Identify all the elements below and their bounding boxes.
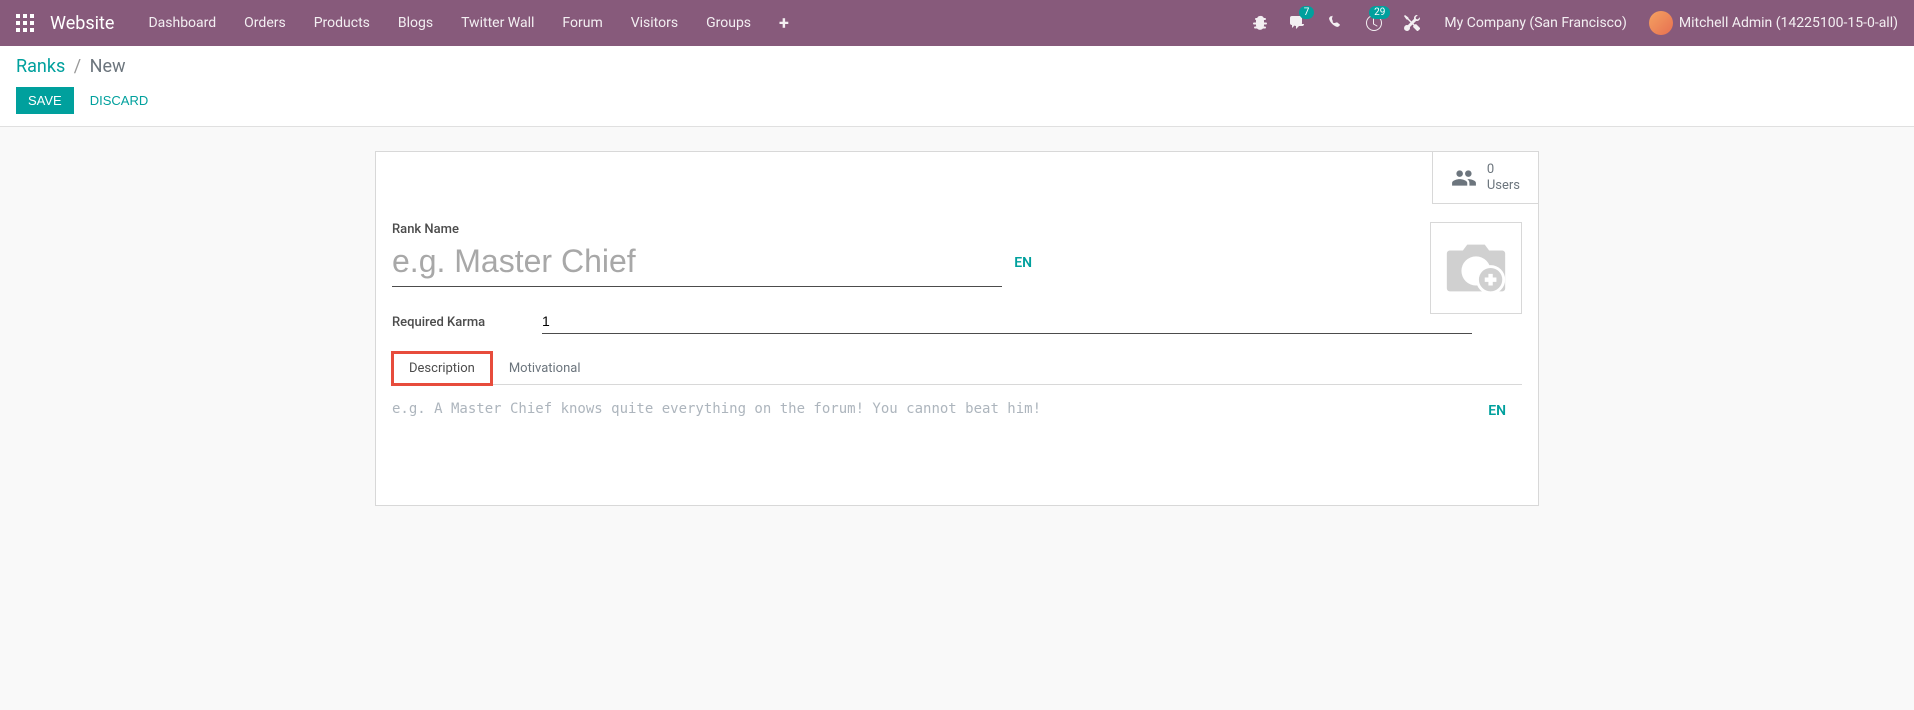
activities-badge: 29 (1369, 6, 1390, 19)
menu-dashboard[interactable]: Dashboard (134, 0, 230, 46)
save-button[interactable]: Save (16, 87, 74, 114)
breadcrumb-root[interactable]: Ranks (16, 56, 65, 77)
debug-icon[interactable] (1242, 0, 1278, 46)
company-selector[interactable]: My Company (San Francisco) (1432, 15, 1638, 31)
menu-visitors[interactable]: Visitors (617, 0, 692, 46)
menu-products[interactable]: Products (300, 0, 384, 46)
karma-label: Required Karma (392, 315, 542, 330)
description-lang-button[interactable]: EN (1488, 403, 1506, 419)
user-menu[interactable]: Mitchell Admin (14225100-15-0-all) (1641, 11, 1906, 35)
menu-orders[interactable]: Orders (230, 0, 300, 46)
tools-icon[interactable] (1394, 0, 1430, 46)
rank-name-input[interactable] (392, 239, 1002, 287)
image-upload[interactable] (1430, 222, 1522, 314)
form-sheet: 0 Users Rank Name EN (375, 151, 1539, 506)
app-brand[interactable]: Website (50, 13, 114, 34)
menu-blogs[interactable]: Blogs (384, 0, 447, 46)
avatar (1649, 11, 1673, 35)
main-menu: Dashboard Orders Products Blogs Twitter … (134, 0, 802, 46)
messages-icon[interactable]: 7 (1280, 0, 1316, 46)
rank-name-label: Rank Name (392, 222, 1522, 237)
discard-button[interactable]: Discard (78, 87, 161, 114)
phone-icon[interactable] (1318, 0, 1354, 46)
tab-motivational[interactable]: Motivational (492, 352, 598, 385)
users-count: 0 (1487, 162, 1520, 178)
breadcrumb: Ranks / New (16, 56, 1898, 77)
top-navbar: Website Dashboard Orders Products Blogs … (0, 0, 1914, 46)
description-input[interactable] (392, 401, 1462, 461)
menu-forum[interactable]: Forum (548, 0, 616, 46)
breadcrumb-current: New (90, 56, 126, 77)
rank-name-lang-button[interactable]: EN (1014, 255, 1032, 271)
activities-icon[interactable]: 29 (1356, 0, 1392, 46)
menu-add[interactable]: + (765, 0, 803, 46)
messages-badge: 7 (1299, 6, 1315, 19)
menu-groups[interactable]: Groups (692, 0, 765, 46)
tab-description[interactable]: Description (392, 352, 492, 385)
users-label: Users (1487, 178, 1520, 194)
control-panel: Ranks / New Save Discard (0, 46, 1914, 127)
user-label: Mitchell Admin (14225100-15-0-all) (1679, 15, 1898, 31)
breadcrumb-sep: / (74, 56, 81, 77)
form-tabs: Description Motivational (392, 352, 1522, 385)
karma-input[interactable] (542, 311, 1472, 334)
tab-content-description: EN (392, 385, 1522, 481)
camera-plus-icon (1441, 238, 1511, 298)
users-stat-button[interactable]: 0 Users (1432, 152, 1538, 204)
apps-menu-icon[interactable] (8, 6, 42, 40)
menu-twitter-wall[interactable]: Twitter Wall (447, 0, 548, 46)
users-icon (1451, 165, 1477, 191)
